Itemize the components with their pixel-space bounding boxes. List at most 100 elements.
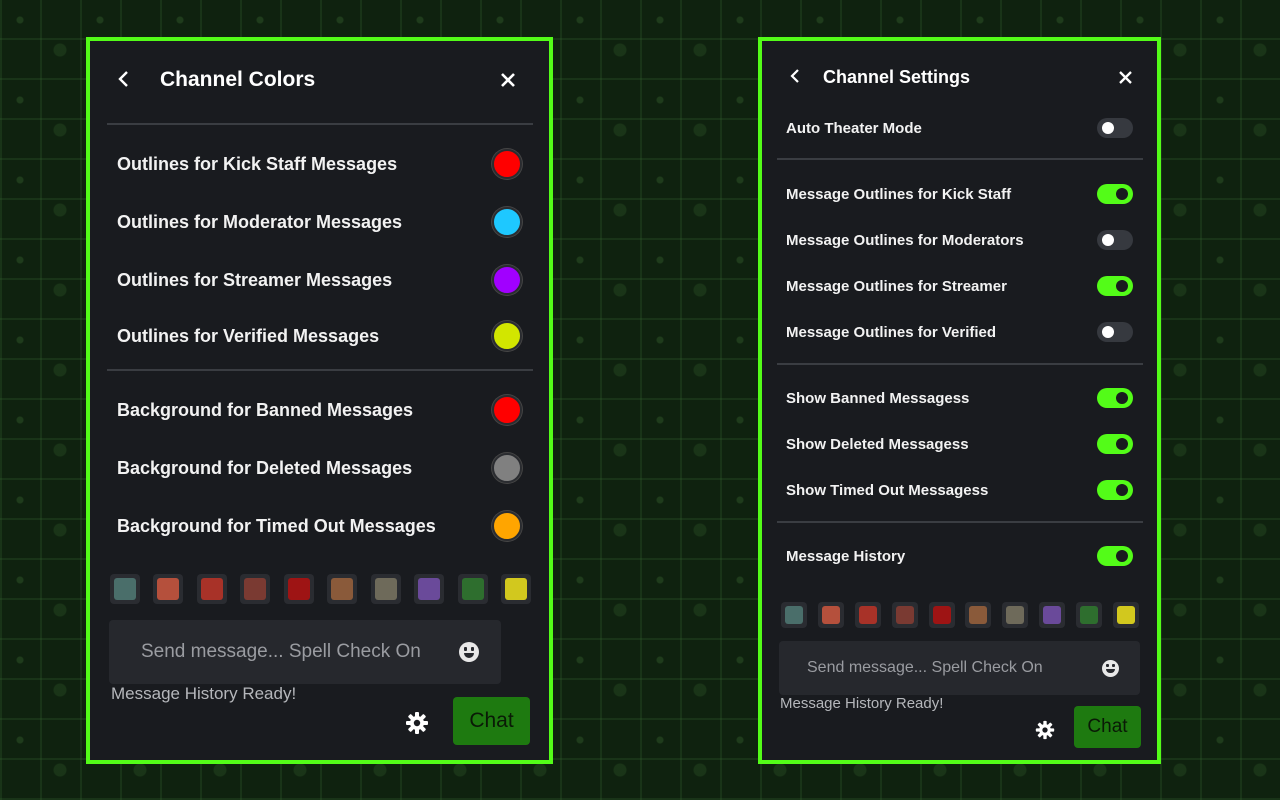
back-button[interactable]: [784, 65, 806, 87]
chat-button[interactable]: Chat: [1074, 706, 1141, 748]
toggle-setting-label: Message Outlines for Verified: [786, 323, 997, 341]
toggle-setting-label: Show Deleted Messagess: [786, 435, 969, 453]
color-swatch[interactable]: [492, 265, 522, 295]
color-setting-label: Background for Deleted Messages: [117, 457, 413, 478]
emote-7[interactable]: [370, 574, 401, 604]
toggle-switch[interactable]: [1097, 322, 1133, 342]
toggle-switch[interactable]: [1097, 388, 1133, 408]
toggle-setting-label: Message Outlines for Streamer: [786, 277, 1007, 295]
emote-8[interactable]: [1039, 602, 1066, 628]
toggle-switch[interactable]: [1097, 434, 1133, 454]
close-icon: [501, 73, 515, 87]
toggle-setting-label: Show Timed Out Messagess: [786, 481, 989, 499]
emote-3[interactable]: [854, 602, 881, 628]
emote-4[interactable]: [240, 574, 271, 604]
toggle-setting-row: Message Outlines for Kick Staff: [786, 182, 1133, 206]
toggle-setting-row: Show Timed Out Messagess: [786, 478, 1133, 502]
color-swatch[interactable]: [492, 511, 522, 541]
color-setting-row: Background for Banned Messages: [117, 395, 522, 425]
message-input-box[interactable]: [109, 620, 501, 684]
toggle-setting-row: Show Deleted Messagess: [786, 432, 1133, 456]
emote-6[interactable]: [965, 602, 992, 628]
divider: [777, 363, 1143, 365]
toggle-setting-row: Message Outlines for Verified: [786, 320, 1133, 344]
page-title: Channel Settings: [823, 66, 971, 87]
color-setting-label: Outlines for Kick Staff Messages: [117, 153, 398, 174]
color-setting-row: Background for Deleted Messages: [117, 453, 522, 483]
color-setting-row: Outlines for Moderator Messages: [117, 207, 522, 237]
message-input[interactable]: [141, 641, 459, 663]
toggle-setting-row: Show Banned Messagess: [786, 386, 1133, 410]
emote-bar: [110, 574, 531, 604]
emote-1[interactable]: [781, 602, 807, 628]
toggle-setting-row: Message Outlines for Streamer: [786, 274, 1133, 298]
emote-10[interactable]: [500, 574, 531, 604]
color-swatch[interactable]: [492, 395, 522, 425]
color-setting-label: Outlines for Moderator Messages: [117, 211, 403, 232]
emote-3[interactable]: [196, 574, 227, 604]
smiley-icon[interactable]: [459, 642, 479, 662]
close-button[interactable]: [1114, 66, 1136, 88]
toggle-switch[interactable]: [1097, 230, 1133, 250]
emote-10[interactable]: [1112, 602, 1139, 628]
smiley-icon[interactable]: [1102, 659, 1119, 677]
emote-2[interactable]: [817, 602, 844, 628]
color-swatch[interactable]: [492, 453, 522, 483]
back-button[interactable]: [112, 67, 136, 91]
toggle-switch[interactable]: [1097, 118, 1133, 138]
emote-1[interactable]: [110, 574, 140, 604]
color-swatch[interactable]: [492, 149, 522, 179]
emote-4[interactable]: [891, 602, 918, 628]
close-button[interactable]: [496, 68, 520, 92]
gear-icon[interactable]: [405, 711, 429, 735]
message-input-box[interactable]: [779, 641, 1140, 695]
emote-bar: [781, 602, 1139, 628]
chat-button-label: Chat: [469, 709, 514, 732]
color-setting-label: Background for Timed Out Messages: [117, 515, 436, 536]
color-setting-label: Outlines for Verified Messages: [117, 325, 380, 346]
divider: [107, 369, 533, 371]
toggle-setting-label: Auto Theater Mode: [786, 119, 922, 137]
toggle-setting-label: Message Outlines for Kick Staff: [786, 185, 1012, 203]
color-setting-label: Outlines for Streamer Messages: [117, 269, 393, 290]
toggle-switch[interactable]: [1097, 276, 1133, 296]
emote-7[interactable]: [1002, 602, 1029, 628]
status-text: Message History Ready!: [780, 695, 944, 712]
color-setting-row: Outlines for Verified Messages: [117, 321, 522, 351]
chevron-left-icon: [118, 71, 128, 87]
page-title: Channel Colors: [160, 68, 316, 91]
toggle-setting-row: Auto Theater Mode: [786, 116, 1133, 140]
toggle-switch[interactable]: [1097, 184, 1133, 204]
color-setting-label: Background for Banned Messages: [117, 399, 414, 420]
emote-8[interactable]: [414, 574, 445, 604]
emote-2[interactable]: [153, 574, 184, 604]
color-setting-row: Outlines for Streamer Messages: [117, 265, 522, 295]
emote-9[interactable]: [457, 574, 488, 604]
toggle-setting-row: Message Outlines for Moderators: [786, 228, 1133, 252]
toggle-switch[interactable]: [1097, 480, 1133, 500]
chevron-left-icon: [790, 69, 799, 83]
divider: [107, 123, 533, 125]
toggle-setting-row: Message History: [786, 544, 1133, 568]
emote-9[interactable]: [1076, 602, 1102, 628]
color-setting-row: Outlines for Kick Staff Messages: [117, 149, 522, 179]
emote-6[interactable]: [327, 574, 358, 604]
channel-colors-panel: Channel Colors Outlines for Kick Staff M…: [86, 37, 553, 764]
color-swatch[interactable]: [492, 321, 522, 351]
toggle-setting-label: Message History: [786, 547, 906, 565]
emote-5[interactable]: [283, 574, 314, 604]
color-swatch[interactable]: [492, 207, 522, 237]
toggle-setting-label: Show Banned Messagess: [786, 389, 970, 407]
chat-button[interactable]: Chat: [453, 697, 530, 745]
toggle-setting-label: Message Outlines for Moderators: [786, 231, 1024, 249]
message-input[interactable]: [807, 659, 1102, 677]
chat-button-label: Chat: [1087, 716, 1128, 737]
divider: [777, 521, 1143, 523]
status-text: Message History Ready!: [111, 684, 297, 703]
gear-icon[interactable]: [1035, 720, 1055, 740]
close-icon: [1118, 70, 1132, 84]
emote-5[interactable]: [928, 602, 955, 628]
toggle-switch[interactable]: [1097, 546, 1133, 566]
channel-settings-panel: Channel Settings Auto Theater Mode Messag…: [758, 37, 1161, 764]
divider: [777, 158, 1143, 160]
